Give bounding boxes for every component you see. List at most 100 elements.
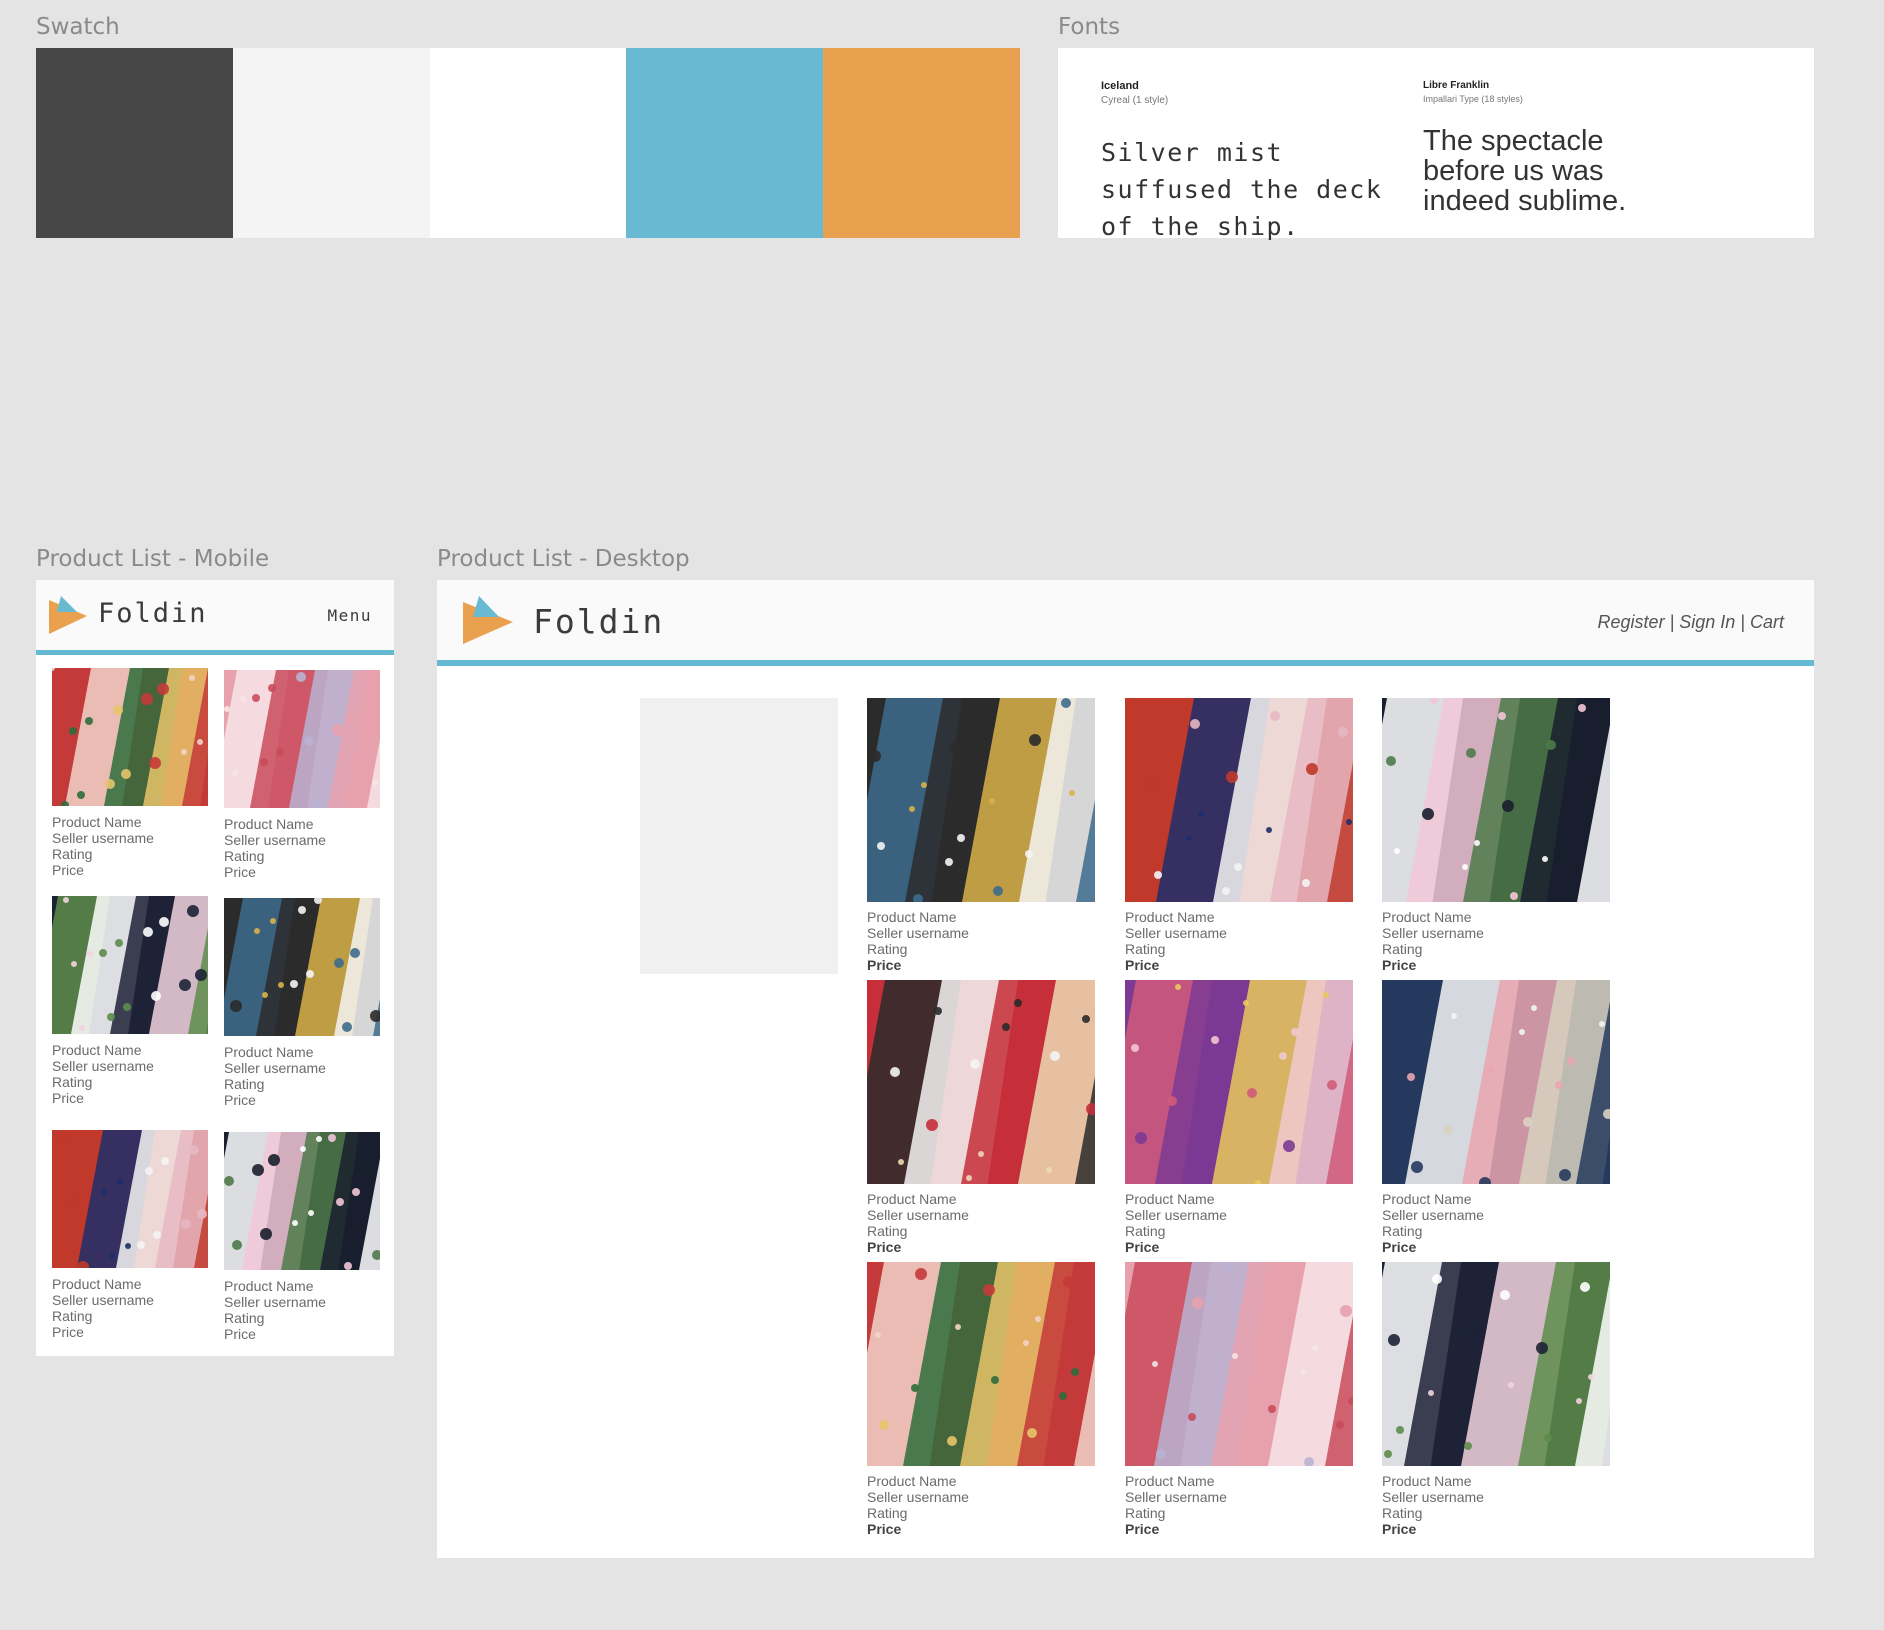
cart-link[interactable]: Cart <box>1750 612 1784 632</box>
product-card[interactable]: Product Name Seller username Rating Price <box>52 1130 208 1340</box>
product-card[interactable]: Product Name Seller username Rating Price <box>224 670 380 880</box>
product-name[interactable]: Product Name <box>867 1473 1095 1489</box>
font-meta: Impallari Type (18 styles) <box>1423 94 1523 104</box>
seller-username[interactable]: Seller username <box>52 830 208 846</box>
product-card[interactable]: Product Name Seller username Rating Price <box>1125 698 1353 973</box>
product-image[interactable] <box>52 1130 208 1268</box>
product-rating: Rating <box>52 1074 93 1090</box>
product-image[interactable] <box>867 1262 1095 1466</box>
product-card[interactable]: Product Name Seller username Rating Price <box>867 980 1095 1255</box>
font-sample: Silver mist suffused the deck of the shi… <box>1101 138 1383 241</box>
product-card[interactable]: Product Name Seller username Rating Price <box>1125 1262 1353 1537</box>
seller-username[interactable]: Seller username <box>867 925 1095 941</box>
product-rating: Rating <box>867 941 908 957</box>
product-rating: Rating <box>1125 941 1166 957</box>
swatch-color <box>823 48 1020 238</box>
product-name[interactable]: Product Name <box>1382 909 1610 925</box>
product-image[interactable] <box>867 698 1095 902</box>
brand-name[interactable]: Foldin <box>98 598 208 629</box>
product-image[interactable] <box>1125 980 1353 1184</box>
seller-username[interactable]: Seller username <box>52 1058 208 1074</box>
product-card[interactable]: Product Name Seller username Rating Price <box>1382 698 1610 973</box>
seller-username[interactable]: Seller username <box>224 1060 380 1076</box>
product-rating: Rating <box>1382 1223 1423 1239</box>
product-name[interactable]: Product Name <box>1382 1191 1610 1207</box>
product-rating: Rating <box>224 1310 265 1326</box>
product-meta: Product Name Seller username Rating Price <box>1382 909 1610 973</box>
mobile-header: Foldin Menu <box>36 580 394 655</box>
product-rating: Rating <box>1382 941 1423 957</box>
product-image[interactable] <box>224 1132 380 1270</box>
seller-username[interactable]: Seller username <box>1382 1207 1610 1223</box>
product-price: Price <box>224 864 256 880</box>
product-name[interactable]: Product Name <box>1125 909 1353 925</box>
product-name[interactable]: Product Name <box>224 816 380 832</box>
desktop-frame: Foldin Register | Sign In | Cart Product… <box>437 580 1814 1558</box>
seller-username[interactable]: Seller username <box>1382 1489 1610 1505</box>
product-image[interactable] <box>1382 980 1610 1184</box>
product-price: Price <box>52 1324 84 1340</box>
product-name[interactable]: Product Name <box>1125 1473 1353 1489</box>
product-meta: Product Name Seller username Rating Price <box>52 1276 208 1340</box>
product-name[interactable]: Product Name <box>52 1042 208 1058</box>
product-price: Price <box>224 1326 256 1342</box>
product-card[interactable]: Product Name Seller username Rating Price <box>224 898 380 1108</box>
product-name[interactable]: Product Name <box>1382 1473 1610 1489</box>
product-name[interactable]: Product Name <box>1125 1191 1353 1207</box>
product-price: Price <box>1125 1521 1160 1537</box>
menu-button[interactable]: Menu <box>327 606 372 625</box>
product-meta: Product Name Seller username Rating Price <box>1382 1473 1610 1537</box>
seller-username[interactable]: Seller username <box>1382 925 1610 941</box>
seller-username[interactable]: Seller username <box>867 1207 1095 1223</box>
product-card[interactable]: Product Name Seller username Rating Price <box>52 896 208 1106</box>
seller-username[interactable]: Seller username <box>52 1292 208 1308</box>
product-name[interactable]: Product Name <box>224 1044 380 1060</box>
seller-username[interactable]: Seller username <box>1125 1489 1353 1505</box>
product-meta: Product Name Seller username Rating Price <box>867 909 1095 973</box>
product-image[interactable] <box>52 896 208 1034</box>
seller-username[interactable]: Seller username <box>224 1294 380 1310</box>
product-price: Price <box>867 957 902 973</box>
product-name[interactable]: Product Name <box>224 1278 380 1294</box>
logo-icon <box>463 596 513 644</box>
product-card[interactable]: Product Name Seller username Rating Price <box>1125 980 1353 1255</box>
product-meta: Product Name Seller username Rating Price <box>224 1044 380 1108</box>
product-image[interactable] <box>1382 698 1610 902</box>
seller-username[interactable]: Seller username <box>224 832 380 848</box>
seller-username[interactable]: Seller username <box>1125 1207 1353 1223</box>
font-libre-franklin: Libre Franklin Impallari Type (18 styles… <box>1423 80 1653 216</box>
color-swatch <box>36 48 1020 238</box>
product-image[interactable] <box>1125 698 1353 902</box>
product-card[interactable]: Product Name Seller username Rating Price <box>52 668 208 878</box>
sign-in-link[interactable]: Sign In <box>1679 612 1735 632</box>
product-card[interactable]: Product Name Seller username Rating Price <box>224 1132 380 1342</box>
seller-username[interactable]: Seller username <box>1125 925 1353 941</box>
product-name[interactable]: Product Name <box>52 1276 208 1292</box>
product-name[interactable]: Product Name <box>867 909 1095 925</box>
product-image[interactable] <box>1382 1262 1610 1466</box>
font-sample: The spectacle before us was indeed subli… <box>1423 125 1627 217</box>
product-card[interactable]: Product Name Seller username Rating Price <box>1382 1262 1610 1537</box>
nav-separator: | <box>1735 612 1750 632</box>
product-name[interactable]: Product Name <box>867 1191 1095 1207</box>
product-image[interactable] <box>1125 1262 1353 1466</box>
product-image[interactable] <box>867 980 1095 1184</box>
register-link[interactable]: Register <box>1598 612 1665 632</box>
product-card[interactable]: Product Name Seller username Rating Price <box>867 698 1095 973</box>
product-meta: Product Name Seller username Rating Price <box>1125 1473 1353 1537</box>
seller-username[interactable]: Seller username <box>867 1489 1095 1505</box>
product-card[interactable]: Product Name Seller username Rating Price <box>867 1262 1095 1537</box>
product-rating: Rating <box>1382 1505 1423 1521</box>
product-image[interactable] <box>224 898 380 1036</box>
product-price: Price <box>52 862 84 878</box>
filter-panel <box>640 698 838 974</box>
nav-separator: | <box>1664 612 1680 632</box>
desktop-header: Foldin Register | Sign In | Cart <box>437 580 1814 666</box>
product-name[interactable]: Product Name <box>52 814 208 830</box>
swatch-color <box>429 48 627 238</box>
brand-name[interactable]: Foldin <box>533 602 664 641</box>
font-name: Iceland <box>1101 80 1139 92</box>
product-image[interactable] <box>52 668 208 806</box>
product-image[interactable] <box>224 670 380 808</box>
product-card[interactable]: Product Name Seller username Rating Price <box>1382 980 1610 1255</box>
